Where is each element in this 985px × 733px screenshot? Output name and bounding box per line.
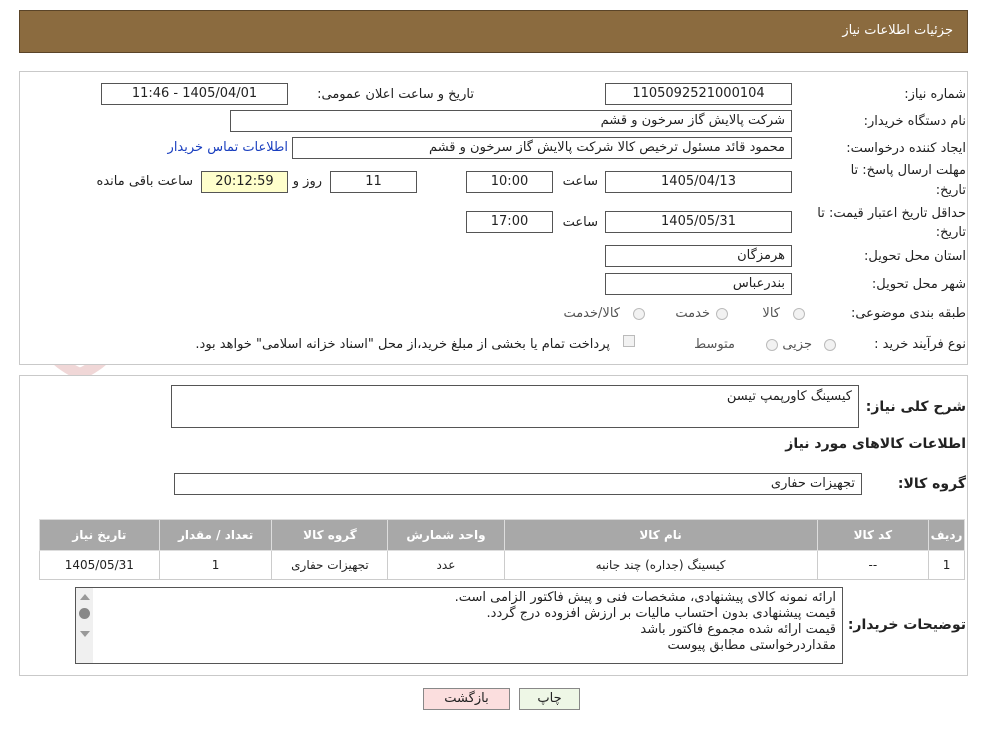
days-label: روز و bbox=[292, 174, 322, 189]
validity-date-field: 1405/05/31 bbox=[605, 211, 792, 233]
cell-unit: عدد bbox=[387, 550, 505, 580]
table-row: 1 -- کیسینگ (جداره) چند جانبه عدد تجهیزا… bbox=[39, 550, 965, 580]
col-group: گروه کالا bbox=[271, 519, 389, 551]
city-field: بندرعباس bbox=[605, 273, 792, 295]
province-field: هرمزگان bbox=[605, 245, 792, 267]
buyer-note-line: مقداردرخواستی مطابق پیوست bbox=[667, 638, 836, 653]
scroll-up-icon[interactable] bbox=[79, 594, 90, 600]
buyer-notes-textarea[interactable]: ارائه نمونه کالای پیشنهادی، مشخصات فنی و… bbox=[75, 587, 843, 664]
buyer-org-field: شرکت پالایش گاز سرخون و قشم bbox=[230, 110, 792, 132]
buyer-note-line: قیمت ارائه شده مجموع فاکتور باشد bbox=[640, 622, 836, 637]
deadline-time-field: 10:00 bbox=[466, 171, 553, 193]
process-medium-label: متوسط bbox=[694, 337, 735, 352]
buyer-notes-label: توضیحات خریدار: bbox=[847, 617, 966, 633]
col-row: ردیف bbox=[928, 519, 965, 551]
goods-group-label: گروه کالا: bbox=[897, 476, 966, 492]
items-table-header: ردیف کد کالا نام کالا واحد شمارش گروه کا… bbox=[39, 519, 965, 551]
scroll-down-icon[interactable] bbox=[79, 631, 90, 637]
notes-scrollbar[interactable] bbox=[76, 588, 93, 663]
category-service-radio[interactable] bbox=[716, 308, 728, 320]
province-label: استان محل تحویل: bbox=[864, 249, 966, 264]
need-number-label: شماره نیاز: bbox=[904, 87, 966, 102]
validity-time-label: ساعت bbox=[562, 215, 598, 230]
need-number-field: 1105092521000104 bbox=[605, 83, 792, 105]
announce-datetime-label: تاریخ و ساعت اعلان عمومی: bbox=[317, 87, 474, 102]
buyer-contact-link[interactable]: اطلاعات تماس خریدار bbox=[168, 140, 288, 155]
requester-label: ایجاد کننده درخواست: bbox=[846, 141, 966, 156]
goods-info-title: اطلاعات کالاهای مورد نیاز bbox=[785, 436, 966, 452]
process-medium-radio[interactable] bbox=[766, 339, 778, 351]
page-title: جزئیات اطلاعات نیاز bbox=[842, 23, 953, 38]
summary-text: کیسینگ کاورپمپ تیسن bbox=[726, 389, 852, 404]
remaining-time-field: 20:12:59 bbox=[201, 171, 288, 193]
category-goods-service-radio[interactable] bbox=[633, 308, 645, 320]
buyer-note-line: ارائه نمونه کالای پیشنهادی، مشخصات فنی و… bbox=[454, 590, 836, 605]
col-quantity: تعداد / مقدار bbox=[158, 519, 273, 551]
category-goods-label: کالا bbox=[762, 306, 780, 321]
validity-label: حداقل تاریخ اعتبار قیمت: تا bbox=[817, 206, 966, 221]
deadline-date-field: 1405/04/13 bbox=[605, 171, 792, 193]
deadline-time-label: ساعت bbox=[562, 174, 598, 189]
back-button[interactable]: بازگشت bbox=[423, 688, 510, 710]
requester-field: محمود قائد مسئول ترخیص کالا شرکت پالایش … bbox=[292, 137, 792, 159]
col-date: تاریخ نیاز bbox=[39, 519, 160, 551]
cell-row: 1 bbox=[928, 550, 965, 580]
category-service-label: خدمت bbox=[675, 306, 710, 321]
col-code: کد کالا bbox=[816, 519, 930, 551]
category-goods-service-label: کالا/خدمت bbox=[563, 306, 620, 321]
cell-date: 1405/05/31 bbox=[39, 550, 160, 580]
buyer-org-label: نام دستگاه خریدار: bbox=[863, 114, 966, 129]
goods-group-field: تجهیزات حفاری bbox=[174, 473, 862, 495]
announce-datetime-field: 1405/04/01 - 11:46 bbox=[101, 83, 288, 105]
scroll-thumb[interactable] bbox=[79, 608, 90, 619]
page-header: جزئیات اطلاعات نیاز bbox=[19, 10, 968, 53]
cell-quantity: 1 bbox=[158, 550, 273, 580]
process-minor-radio[interactable] bbox=[824, 339, 836, 351]
payment-note: پرداخت تمام یا بخشی از مبلغ خرید،از محل … bbox=[195, 337, 610, 352]
deadline-label: مهلت ارسال پاسخ: تا bbox=[850, 163, 966, 178]
validity-label-date: تاریخ: bbox=[935, 225, 966, 240]
summary-field: کیسینگ کاورپمپ تیسن bbox=[171, 385, 859, 428]
cell-name: کیسینگ (جداره) چند جانبه bbox=[503, 550, 818, 580]
col-unit: واحد شمارش bbox=[387, 519, 505, 551]
payment-treasury-checkbox[interactable] bbox=[623, 335, 635, 347]
remaining-label: ساعت باقی مانده bbox=[96, 174, 193, 189]
days-left-field: 11 bbox=[330, 171, 417, 193]
process-label: نوع فرآیند خرید : bbox=[874, 337, 966, 352]
buyer-note-line: قیمت پیشنهادی بدون احتساب مالیات بر ارزش… bbox=[486, 606, 836, 621]
city-label: شهر محل تحویل: bbox=[871, 277, 966, 292]
category-goods-radio[interactable] bbox=[793, 308, 805, 320]
print-button[interactable]: چاپ bbox=[519, 688, 580, 710]
items-table: ردیف کد کالا نام کالا واحد شمارش گروه کا… bbox=[39, 519, 965, 580]
deadline-label-date: تاریخ: bbox=[935, 183, 966, 198]
summary-label: شرح کلی نیاز: bbox=[865, 399, 966, 415]
col-name: نام کالا bbox=[503, 519, 818, 551]
cell-group: تجهیزات حفاری bbox=[271, 550, 389, 580]
cell-code: -- bbox=[816, 550, 930, 580]
process-minor-label: جزیی bbox=[782, 337, 812, 352]
validity-time-field: 17:00 bbox=[466, 211, 553, 233]
category-label: طبقه بندی موضوعی: bbox=[850, 306, 966, 321]
